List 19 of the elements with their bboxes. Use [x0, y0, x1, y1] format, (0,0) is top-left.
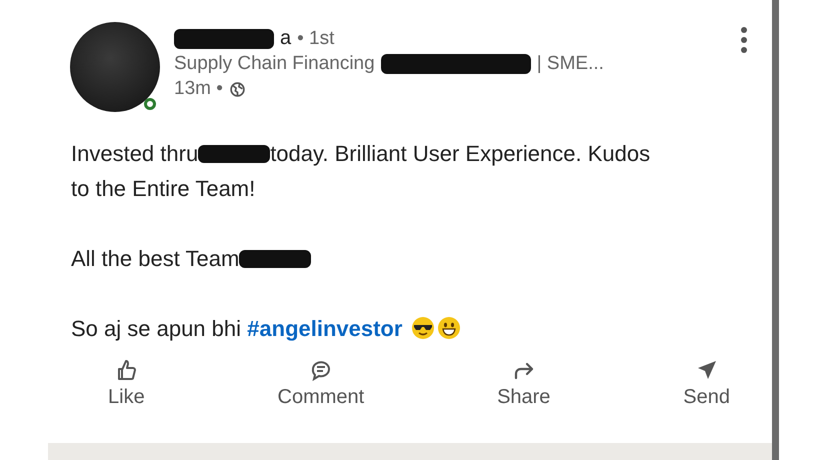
more-options-icon[interactable]: [740, 26, 748, 54]
post-text: Invested thru: [71, 140, 198, 168]
comment-button[interactable]: Comment: [278, 358, 364, 409]
grinning-emoji-icon: [436, 316, 461, 340]
author-headline: | SME...: [536, 53, 604, 75]
post-text: to the Entire Team!: [71, 175, 256, 203]
share-button[interactable]: Share: [497, 358, 550, 409]
post-time: 13m •: [174, 78, 223, 100]
author-headline: Supply Chain Financing: [174, 53, 375, 75]
connection-degree: • 1st: [297, 28, 334, 50]
post-text: All the best Team: [71, 245, 240, 273]
post-text: today. Brilliant User Experience. Kudos: [270, 140, 650, 168]
post-text: So aj se apun bhi: [71, 316, 242, 341]
sunglasses-emoji-icon: [410, 316, 435, 340]
send-button[interactable]: Send: [683, 358, 730, 409]
hashtag-link[interactable]: #angelinvestor: [247, 316, 402, 341]
like-button[interactable]: Like: [108, 358, 145, 409]
globe-icon: [228, 80, 246, 98]
author-name[interactable]: a: [280, 27, 292, 50]
